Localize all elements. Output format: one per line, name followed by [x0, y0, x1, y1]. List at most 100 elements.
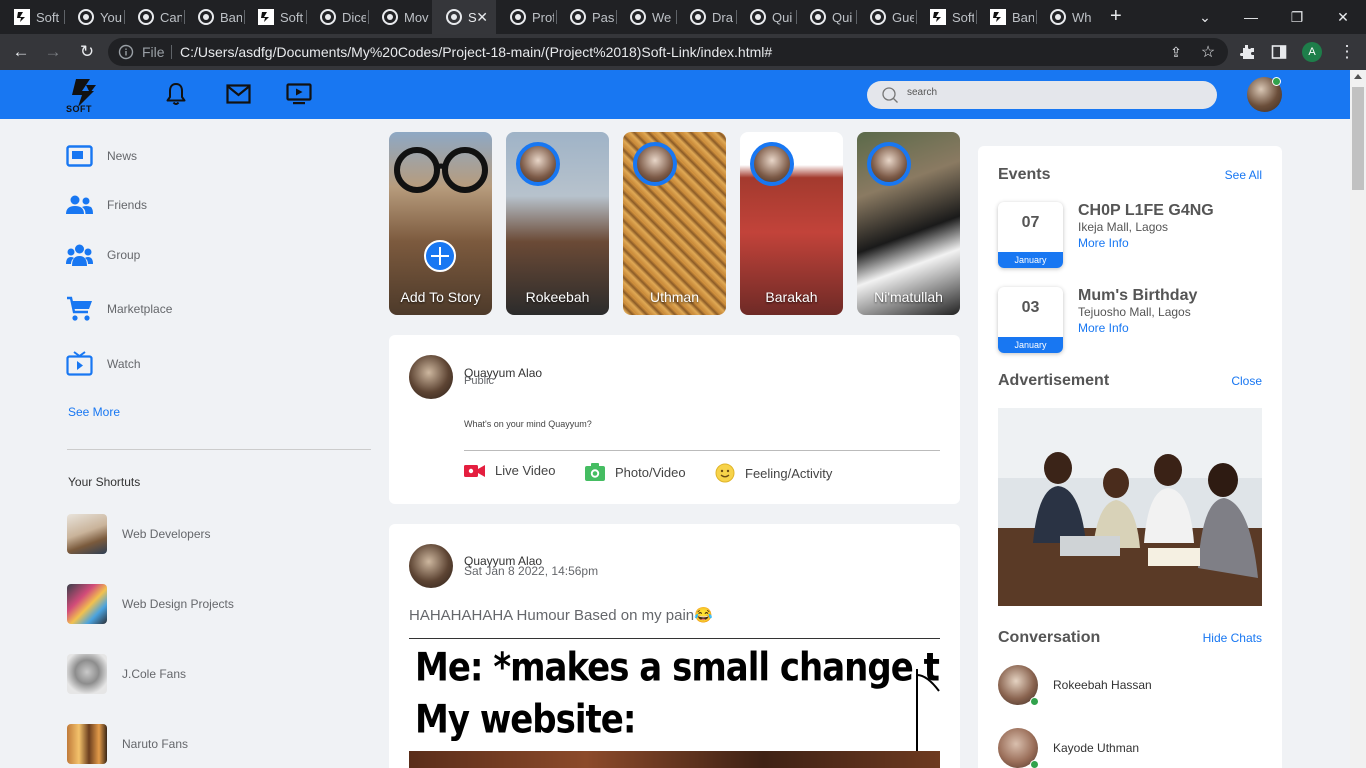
reload-button[interactable]: ↻ [76, 41, 98, 63]
add-story-button[interactable] [424, 240, 456, 272]
logo-text: SOFT [66, 104, 92, 114]
story-card[interactable]: Rokeebah [506, 132, 609, 315]
story-avatar [516, 142, 560, 186]
info-icon[interactable] [118, 44, 134, 60]
mail-icon[interactable] [226, 84, 251, 104]
advertisement-image[interactable] [998, 408, 1262, 606]
story-card-add[interactable]: Add To Story [389, 132, 492, 315]
news-icon [66, 145, 93, 167]
event-name[interactable]: CH0P L1FE G4NG [1078, 202, 1214, 220]
soft-favicon-icon [258, 9, 274, 25]
browser-tab-title: Wh [1072, 9, 1092, 25]
search-box[interactable] [867, 81, 1217, 109]
post-timestamp[interactable]: Sat Jan 8 2022, 14:56pm [464, 564, 598, 578]
right-sidebar: Events See All 07 January CH0P L1FE G4NG… [978, 146, 1282, 768]
browser-tab[interactable]: We [616, 0, 674, 34]
close-ad-link[interactable]: Close [1231, 374, 1262, 388]
browser-tab[interactable]: Can [124, 0, 182, 34]
sidebar-item-friends[interactable]: Friends [66, 195, 147, 215]
browser-tab[interactable]: Soft [916, 0, 974, 34]
live-video-button[interactable]: Live Video [464, 463, 555, 478]
conversation-item[interactable]: Kayode Uthman [998, 728, 1139, 768]
feeling-activity-button[interactable]: Feeling/Activity [715, 463, 832, 483]
post-composer-input[interactable]: What's on your mind Quayyum? [464, 419, 592, 429]
bookmark-star-icon[interactable]: ☆ [1197, 41, 1219, 63]
browser-tab[interactable]: Mov [368, 0, 430, 34]
tab-search-button[interactable]: ⌄ [1182, 0, 1228, 34]
conversation-item[interactable]: Rokeebah Hassan [998, 665, 1152, 706]
sidebar-item-watch[interactable]: Watch [66, 351, 141, 376]
browser-menu-icon[interactable]: ⋮ [1336, 41, 1358, 63]
globe-icon [78, 9, 94, 25]
browser-profile-avatar[interactable]: A [1302, 42, 1322, 62]
story-avatar [633, 142, 677, 186]
browser-tab[interactable]: You [64, 0, 122, 34]
post-audience[interactable]: Public [464, 375, 494, 387]
address-bar[interactable]: File C:/Users/asdfg/Documents/My%20Codes… [108, 38, 1228, 66]
live-video-icon [464, 464, 485, 477]
event-day: 03 [1021, 299, 1040, 316]
browser-tab[interactable]: Dice [306, 0, 366, 34]
browser-tab-title: You [100, 9, 122, 25]
online-status-dot [1030, 760, 1039, 768]
feed-post-card: Quayyum Alao Sat Jan 8 2022, 14:56pm HAH… [389, 524, 960, 768]
browser-tab-active[interactable]: S ✕ [432, 0, 496, 34]
see-more-link[interactable]: See More [68, 405, 120, 419]
address-url[interactable]: C:/Users/asdfg/Documents/My%20Codes/Proj… [180, 44, 772, 60]
see-all-link[interactable]: See All [1225, 168, 1262, 182]
browser-tab[interactable]: Soft [244, 0, 304, 34]
back-button[interactable]: ← [10, 41, 32, 63]
scroll-up-arrow-icon[interactable] [1354, 74, 1362, 79]
restore-button[interactable]: ❐ [1274, 0, 1320, 34]
search-input[interactable] [907, 87, 1197, 98]
browser-tab-title: Soft [36, 9, 60, 25]
browser-tab[interactable]: Dra [676, 0, 734, 34]
browser-tab[interactable]: Wh [1036, 0, 1094, 34]
browser-tab[interactable]: Qui [796, 0, 854, 34]
new-tab-button[interactable]: + [1110, 6, 1122, 26]
sidebar-item-marketplace[interactable]: Marketplace [66, 296, 172, 322]
story-card[interactable]: Barakah [740, 132, 843, 315]
conversation-heading: Conversation [998, 629, 1101, 646]
close-tab-icon[interactable]: ✕ [476, 9, 488, 26]
extensions-icon[interactable] [1236, 41, 1258, 63]
shortcut-item[interactable]: J.Cole Fans [67, 654, 186, 694]
browser-tab[interactable]: Ban [184, 0, 242, 34]
browser-tab[interactable]: Gue [856, 0, 914, 34]
contact-avatar [998, 728, 1039, 768]
globe-icon [810, 9, 826, 25]
browser-tab[interactable]: Ban [976, 0, 1034, 34]
close-window-button[interactable]: ✕ [1320, 0, 1366, 34]
shortcut-thumbnail [67, 654, 107, 694]
side-panel-icon[interactable] [1268, 41, 1290, 63]
sidebar-item-group[interactable]: Group [66, 243, 140, 267]
browser-tab[interactable]: Prof [496, 0, 554, 34]
event-more-info-link[interactable]: More Info [1078, 321, 1129, 335]
shortcut-item[interactable]: Web Design Projects [67, 584, 234, 624]
browser-tab[interactable]: Pas [556, 0, 614, 34]
post-image[interactable]: Me: *makes a small change to the CSS* My… [409, 638, 940, 768]
shortcut-item[interactable]: Naruto Fans [67, 724, 188, 764]
scrollbar-thumb[interactable] [1352, 87, 1364, 190]
shortcut-item[interactable]: Web Developers [67, 514, 211, 554]
browser-tab[interactable]: Qui [736, 0, 794, 34]
bell-icon[interactable] [165, 82, 187, 106]
sidebar-item-label: Watch [107, 356, 141, 371]
browser-tab-title: Dra [712, 9, 733, 25]
author-avatar[interactable] [409, 544, 453, 588]
photo-video-button[interactable]: Photo/Video [585, 463, 686, 481]
author-avatar[interactable] [409, 355, 453, 399]
event-more-info-link[interactable]: More Info [1078, 236, 1129, 250]
event-name[interactable]: Mum's Birthday [1078, 287, 1197, 305]
story-card[interactable]: Uthman [623, 132, 726, 315]
story-card[interactable]: Ni'matullah [857, 132, 960, 315]
hide-chats-link[interactable]: Hide Chats [1203, 631, 1262, 645]
globe-icon [320, 9, 336, 25]
forward-button[interactable]: → [42, 41, 64, 63]
sidebar-item-news[interactable]: News [66, 145, 137, 167]
browser-tab[interactable]: Soft [0, 0, 60, 34]
video-icon[interactable] [286, 83, 312, 105]
minimize-button[interactable]: — [1228, 0, 1274, 34]
advertisement-heading: Advertisement [998, 372, 1110, 389]
share-icon[interactable]: ⇪ [1165, 41, 1187, 63]
